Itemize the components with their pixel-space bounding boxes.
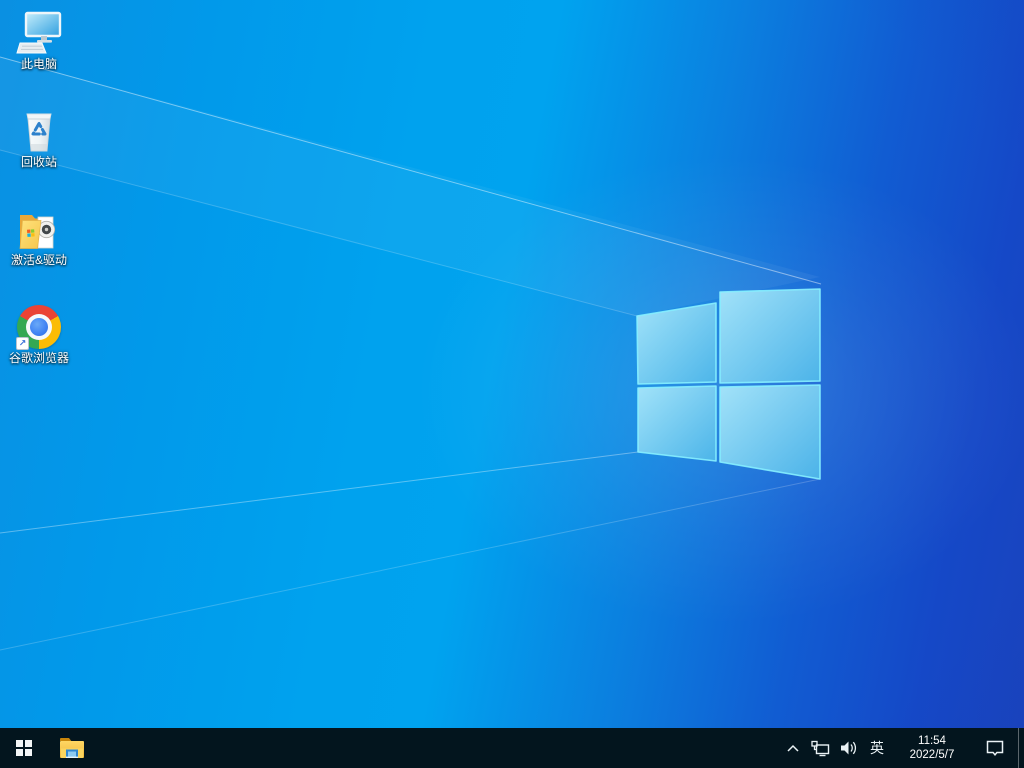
windows-logo-pane-top-right — [719, 288, 821, 384]
system-tray: 英 11:54 2022/5/7 — [780, 728, 1024, 768]
windows-logo-icon — [16, 740, 32, 756]
notification-bubble-icon — [986, 740, 1004, 756]
clock-time: 11:54 — [918, 735, 946, 747]
desktop-icon-label: 谷歌浏览器 — [8, 351, 69, 365]
show-desktop-button[interactable] — [1018, 728, 1024, 768]
desktop-icon-label: 回收站 — [20, 155, 57, 169]
clock-date: 2022/5/7 — [909, 749, 955, 761]
desktop-wallpaper — [0, 0, 1024, 768]
start-button[interactable] — [0, 728, 48, 768]
wallpaper-light-rays-and-logo — [0, 56, 1024, 651]
windows-logo-pane-bottom-right — [719, 384, 821, 480]
ime-indicator-label: 英 — [870, 740, 884, 756]
file-explorer-button[interactable] — [48, 728, 96, 768]
this-pc-icon — [16, 11, 62, 54]
clock[interactable]: 11:54 2022/5/7 — [892, 728, 972, 768]
windows-logo-pane-top-left — [636, 302, 717, 385]
desktop-icon-label: 此电脑 — [20, 57, 57, 71]
desktop-icon-column: 此电脑 回收站 激活&驱动 ↗ 谷歌浏览器 — [0, 10, 78, 368]
taskbar-empty-area — [96, 728, 780, 768]
action-center-button[interactable] — [972, 728, 1018, 768]
network-status-button[interactable] — [806, 728, 834, 768]
desktop-icon-google-chrome[interactable]: ↗ 谷歌浏览器 — [0, 304, 78, 368]
desktop-icon-recycle-bin[interactable]: 回收站 — [0, 108, 78, 172]
shortcut-arrow-icon: ↗ — [16, 337, 29, 350]
activation-drivers-folder-icon — [19, 215, 56, 249]
desktop-icon-this-pc[interactable]: 此电脑 — [0, 10, 78, 74]
show-hidden-icons-button[interactable] — [780, 728, 806, 768]
speaker-volume-icon — [840, 741, 856, 755]
desktop-icon-activation-drivers[interactable]: 激活&驱动 — [0, 206, 78, 270]
desktop-icon-label: 激活&驱动 — [10, 253, 67, 267]
ethernet-network-icon — [811, 740, 830, 756]
chevron-up-icon — [787, 744, 799, 752]
taskbar: 英 11:54 2022/5/7 — [0, 728, 1024, 768]
volume-button[interactable] — [834, 728, 862, 768]
windows-desktop-screen: 此电脑 回收站 激活&驱动 ↗ 谷歌浏览器 英 11:54 2022/5/7 — [0, 0, 1024, 768]
recycle-bin-icon — [26, 113, 52, 152]
windows-logo-pane-bottom-left — [637, 385, 717, 462]
ime-language-indicator[interactable]: 英 — [862, 728, 892, 768]
file-explorer-icon — [60, 738, 84, 758]
